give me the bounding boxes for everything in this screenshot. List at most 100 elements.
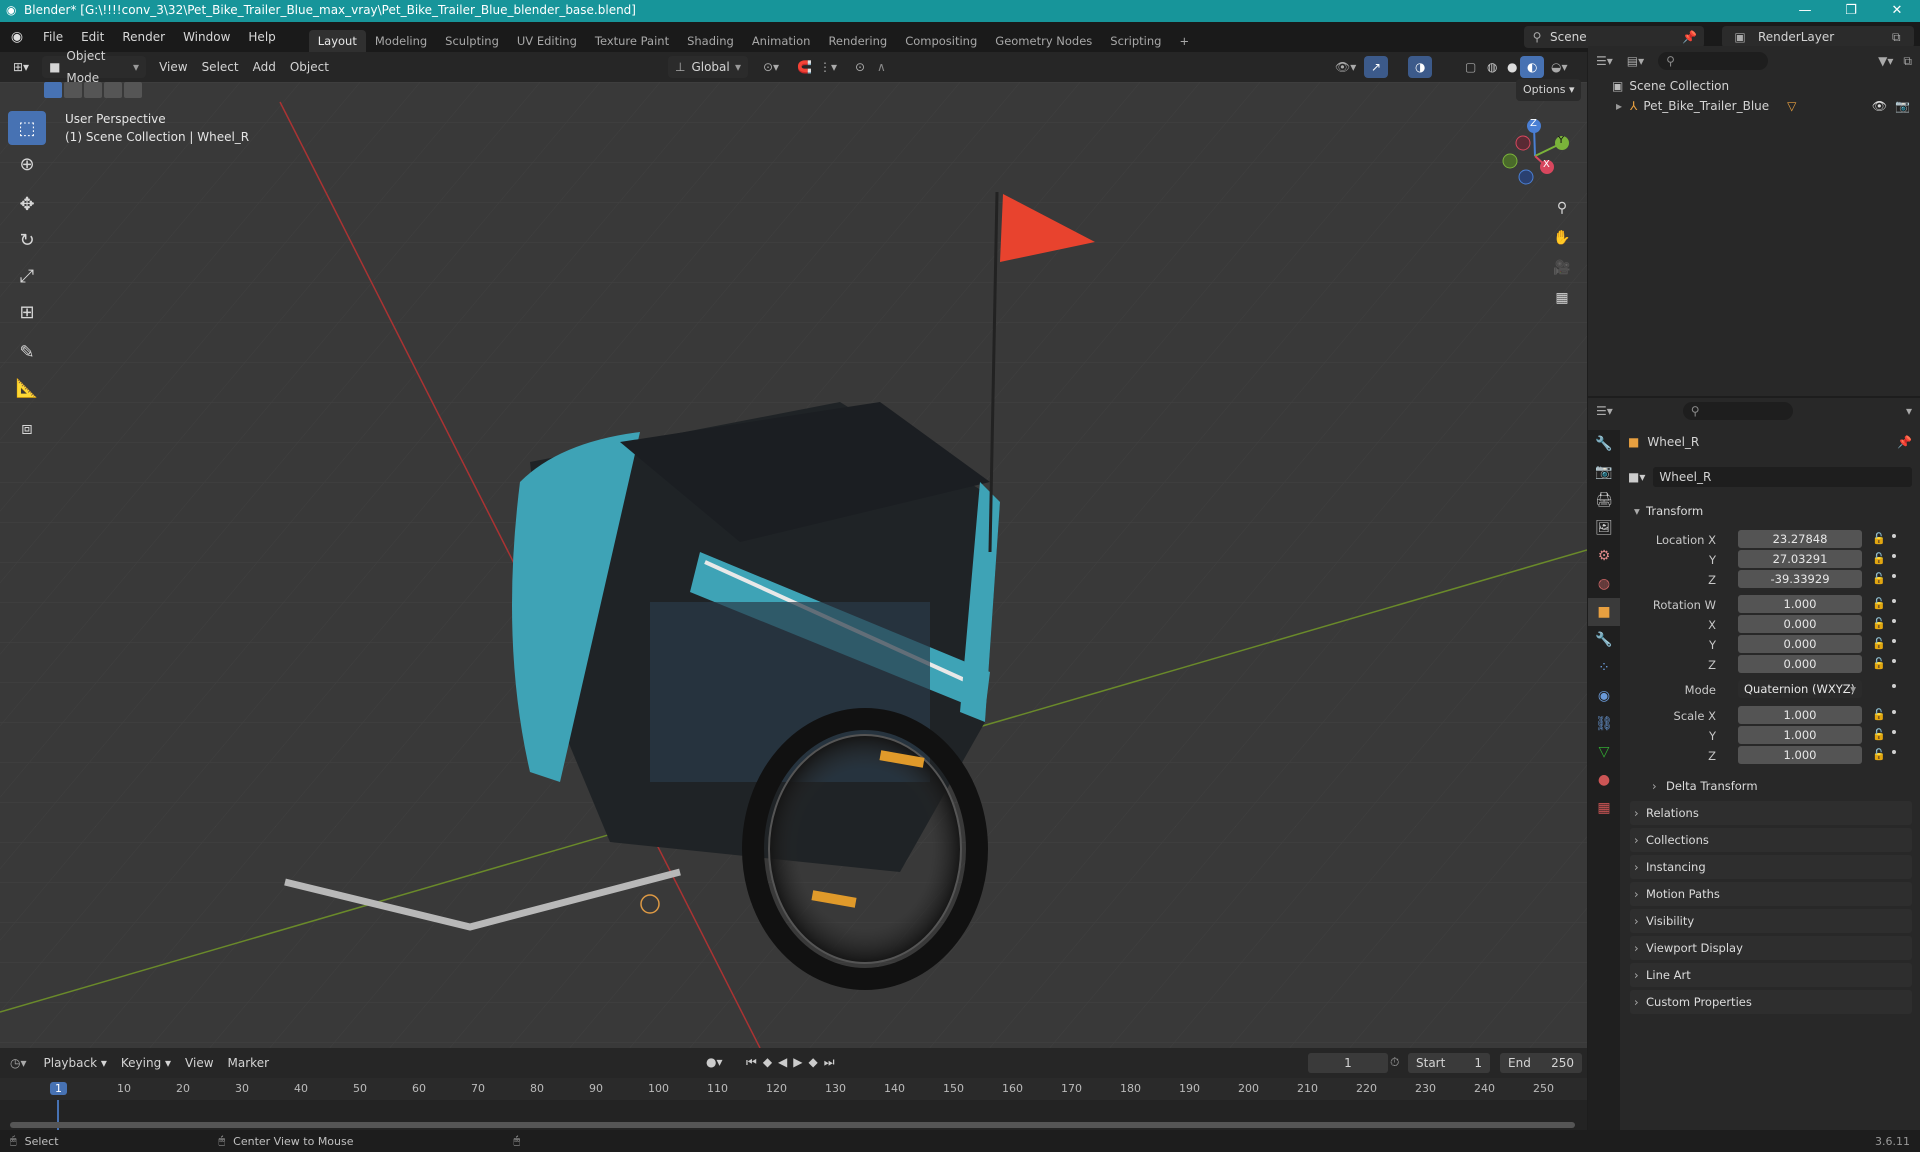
lock-icon[interactable]: 🔓 xyxy=(1872,748,1886,761)
material-tab-icon[interactable]: ● xyxy=(1588,766,1620,794)
keyframe-dot[interactable] xyxy=(1892,684,1896,688)
viewport-display-panel-header[interactable]: › Viewport Display xyxy=(1630,936,1912,960)
menu-playback[interactable]: Playback ▾ xyxy=(37,1052,114,1074)
lock-icon[interactable]: 🔓 xyxy=(1872,728,1886,741)
new-collection-icon[interactable]: ⧉ xyxy=(1903,54,1912,69)
display-mode-icon[interactable]: ▤▾ xyxy=(1627,54,1644,68)
stopwatch-icon[interactable]: ⏱ xyxy=(1390,1055,1399,1070)
select-box-tool-icon[interactable]: ⬚ xyxy=(8,111,46,145)
output-tab-icon[interactable]: 🖨 xyxy=(1588,486,1620,514)
keyframe-dot[interactable] xyxy=(1892,659,1896,663)
scene-tab-icon[interactable]: ⚙ xyxy=(1588,542,1620,570)
lock-icon[interactable]: 🔓 xyxy=(1872,708,1886,721)
select-invert-icon[interactable] xyxy=(104,82,122,98)
jump-end-icon[interactable]: ⏭ xyxy=(824,1055,841,1069)
pivot-point-icon[interactable]: ⊙▾ xyxy=(756,56,786,78)
select-extend-icon[interactable] xyxy=(64,82,82,98)
instancing-panel-header[interactable]: › Instancing xyxy=(1630,855,1912,879)
keyframe-dot[interactable] xyxy=(1892,554,1896,558)
texture-tab-icon[interactable]: ▦ xyxy=(1588,794,1620,822)
pin-icon[interactable]: 📌 xyxy=(1897,435,1912,449)
transform-panel-header[interactable]: ▾ Transform xyxy=(1630,499,1912,523)
physics-tab-icon[interactable]: ◉ xyxy=(1588,682,1620,710)
tab-scripting[interactable]: Scripting xyxy=(1101,30,1170,52)
location-y-field[interactable]: 27.03291 xyxy=(1738,550,1862,568)
next-keyframe-icon[interactable]: ◆ xyxy=(809,1055,824,1069)
tab-geometry-nodes[interactable]: Geometry Nodes xyxy=(986,30,1101,52)
menu-view[interactable]: View xyxy=(152,56,194,78)
modifier-tab-icon[interactable]: 🔧 xyxy=(1588,626,1620,654)
lock-icon[interactable]: 🔓 xyxy=(1872,572,1886,585)
custom-properties-panel-header[interactable]: › Custom Properties xyxy=(1630,990,1912,1014)
location-z-field[interactable]: -39.33929 xyxy=(1738,570,1862,588)
camera-view-icon[interactable]: 🎥 xyxy=(1548,254,1576,282)
tab-sculpting[interactable]: Sculpting xyxy=(436,30,508,52)
keyframe-dot[interactable] xyxy=(1892,574,1896,578)
current-frame-field[interactable]: 1 xyxy=(1308,1053,1388,1073)
add-cube-tool-icon[interactable]: ⧈ xyxy=(8,411,46,445)
menu-marker[interactable]: Marker xyxy=(221,1052,276,1074)
move-tool-icon[interactable]: ✥ xyxy=(8,187,46,221)
minimize-button[interactable]: — xyxy=(1782,0,1828,22)
transform-tool-icon[interactable]: ⊞ xyxy=(8,295,46,329)
rotation-w-field[interactable]: 1.000 xyxy=(1738,595,1862,613)
close-button[interactable]: ✕ xyxy=(1874,0,1920,22)
tab-rendering[interactable]: Rendering xyxy=(819,30,896,52)
end-frame-field[interactable]: End 250 xyxy=(1500,1053,1582,1073)
particles-tab-icon[interactable]: ⁘ xyxy=(1588,654,1620,682)
menu-help[interactable]: Help xyxy=(239,22,284,52)
scale-z-field[interactable]: 1.000 xyxy=(1738,746,1862,764)
outliner-editor-icon[interactable]: ☰▾ xyxy=(1596,54,1613,68)
relations-panel-header[interactable]: › Relations xyxy=(1630,801,1912,825)
tool-tab-icon[interactable]: 🔧 xyxy=(1588,430,1620,458)
menu-add[interactable]: Add xyxy=(246,56,283,78)
rotation-mode-dropdown[interactable]: Quaternion (WXYZ) ▾ xyxy=(1738,680,1862,698)
menu-keying[interactable]: Keying ▾ xyxy=(114,1052,178,1074)
render-tab-icon[interactable]: 📷 xyxy=(1588,458,1620,486)
visibility-panel-header[interactable]: › Visibility xyxy=(1630,909,1912,933)
scene-pin-icon[interactable]: 📌 xyxy=(1682,30,1704,44)
measure-tool-icon[interactable]: 📐 xyxy=(8,371,46,405)
outliner-row-object[interactable]: ▸ ⅄ Pet_Bike_Trailer_Blue ▽ 👁 📷 xyxy=(1588,96,1920,116)
keyframe-dot[interactable] xyxy=(1892,730,1896,734)
motion-paths-panel-header[interactable]: › Motion Paths xyxy=(1630,882,1912,906)
data-tab-icon[interactable]: ▽ xyxy=(1588,738,1620,766)
chevron-down-icon[interactable]: ▾ xyxy=(1906,404,1912,418)
expand-chevron-icon[interactable]: ▸ xyxy=(1616,99,1622,113)
object-name-field[interactable]: Wheel_R xyxy=(1653,467,1912,487)
cursor-tool-icon[interactable]: ⊕ xyxy=(8,147,46,181)
render-camera-icon[interactable]: 📷 xyxy=(1895,99,1910,113)
tab-texture-paint[interactable]: Texture Paint xyxy=(586,30,678,52)
start-frame-field[interactable]: Start 1 xyxy=(1408,1053,1490,1073)
keyframe-dot[interactable] xyxy=(1892,599,1896,603)
lock-icon[interactable]: 🔓 xyxy=(1872,617,1886,630)
transform-orientation-dropdown[interactable]: ⊥ Global ▾ xyxy=(668,56,748,78)
tab-layout[interactable]: Layout xyxy=(308,30,366,52)
view-layer-tab-icon[interactable]: 🖼 xyxy=(1588,514,1620,542)
new-view-layer-icon[interactable]: ⧉ xyxy=(1892,30,1914,45)
lock-icon[interactable]: 🔓 xyxy=(1872,657,1886,670)
proportional-edit-icon[interactable]: ⊙ xyxy=(848,56,872,78)
mode-dropdown[interactable]: ■ Object Mode ▾ xyxy=(42,49,147,85)
lock-icon[interactable]: 🔓 xyxy=(1872,532,1886,545)
editor-type-icon[interactable]: ⊞▾ xyxy=(6,56,36,78)
scale-tool-icon[interactable]: ⤢ xyxy=(8,259,46,293)
timeline-editor-icon[interactable]: ◷▾ xyxy=(10,1056,27,1070)
tab-modeling[interactable]: Modeling xyxy=(366,30,436,52)
outliner-scene-collection[interactable]: ▣ Scene Collection xyxy=(1588,76,1920,96)
location-x-field[interactable]: 23.27848 xyxy=(1738,530,1862,548)
object-data-icon[interactable]: ■▾ xyxy=(1628,470,1645,484)
menu-window[interactable]: Window xyxy=(174,22,239,52)
filter-icon[interactable]: ▼▾ xyxy=(1878,54,1893,68)
menu-timeline-view[interactable]: View xyxy=(178,1052,220,1074)
gizmo-toggle-icon[interactable]: ↗ xyxy=(1364,56,1389,78)
lock-icon[interactable]: 🔓 xyxy=(1872,637,1886,650)
rotation-z-field[interactable]: 0.000 xyxy=(1738,655,1862,673)
rotation-y-field[interactable]: 0.000 xyxy=(1738,635,1862,653)
object-tab-icon[interactable]: ■ xyxy=(1588,598,1620,626)
view-layer-selector[interactable]: ▣ RenderLayer ⧉ xyxy=(1722,26,1914,48)
visibility-icon[interactable]: 👁▾ xyxy=(1328,56,1363,78)
falloff-icon[interactable]: ∧ xyxy=(870,56,893,78)
lock-icon[interactable]: 🔓 xyxy=(1872,597,1886,610)
select-intersect-icon[interactable] xyxy=(124,82,142,98)
